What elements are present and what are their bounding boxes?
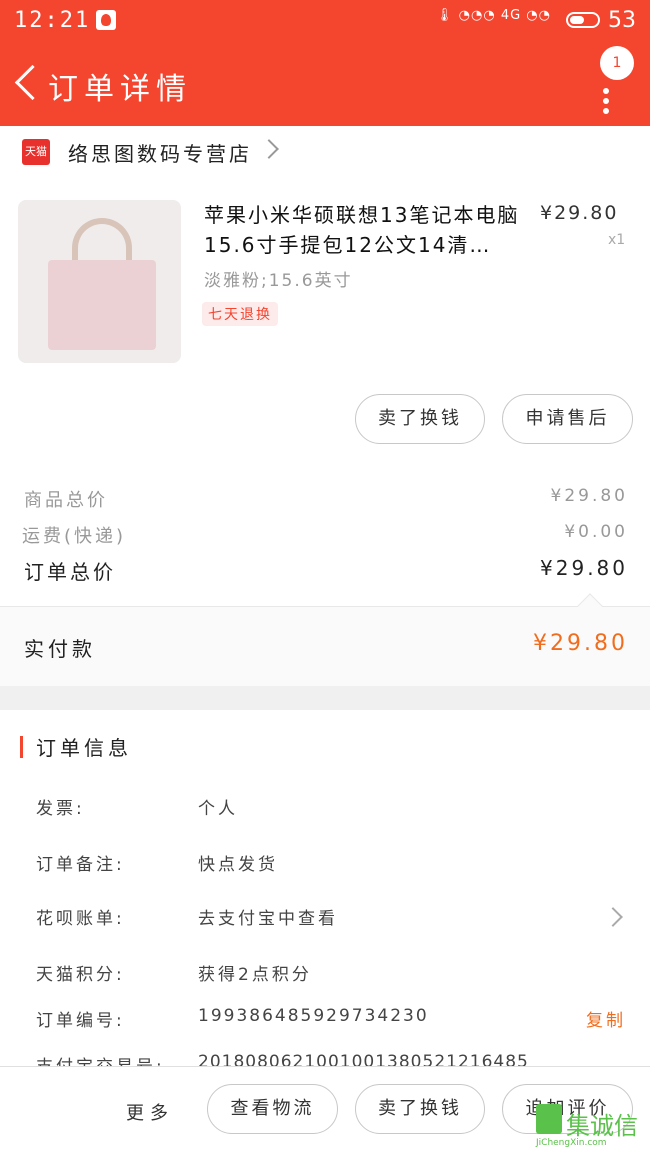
goods-total-value: ¥29.80 [550,486,628,506]
order-total-value: ¥29.80 [540,556,628,580]
watermark-text: 集诚信 [566,1112,638,1140]
order-number-row: 订单编号: 1993864859297342​30 复制 [0,998,650,1038]
tmall-points-row: 天猫积分: 获得2点积分 [0,952,650,992]
info-label: 订单编号: [36,1011,125,1031]
signal-icons: 🌡 ◔◔◔ 4G ◔◔ [436,8,551,23]
battery-icon [566,12,600,28]
info-label: 发票: [36,799,85,819]
status-bar: 12:21 🌡 ◔◔◔ 4G ◔◔ 53 [0,0,650,42]
product-item[interactable]: 苹果小米华硕联想13笔记本电脑15.6寸手提包12公文14清… ¥29.80 x… [0,182,650,382]
info-label: 天猫积分: [36,965,125,985]
more-menu-icon[interactable] [598,80,614,122]
invoice-row: 发票: 个人 [0,786,650,826]
apply-aftersale-button[interactable]: 申请售后 [502,394,633,444]
pointer-arrow [577,593,603,619]
order-info-section: 订单信息 发票: 个人 订单备注: 快点发货 花呗账单: 去支付宝中查看 天猫积… [0,710,650,1066]
status-time: 12:21 [14,8,91,33]
paid-amount-box: 实付款 ¥29.80 [0,593,650,686]
back-icon[interactable] [10,62,46,104]
site-watermark: 集诚信 JiChengXin.com [536,1104,648,1148]
app-header: 订单详情 1 [0,42,650,126]
more-button[interactable]: 更多 [126,1099,174,1125]
page-title: 订单详情 [48,72,192,107]
notification-badge[interactable]: 1 [600,46,634,80]
watermark-url: JiChengXin.com [536,1138,607,1148]
paid-label: 实付款 [24,637,96,661]
order-total-label: 订单总价 [24,560,116,584]
sell-for-cash-button[interactable]: 卖了换钱 [355,394,485,444]
sell-for-cash-bottom-button[interactable]: 卖了换钱 [355,1084,485,1134]
info-label: 花呗账单: [36,909,125,929]
section-accent-bar [20,736,23,758]
info-value: 获得2点积分 [198,965,312,985]
product-quantity: x1 [608,232,626,248]
alipay-trade-row: 支付宝交易号: 2018080621001001380521216485 [0,1044,650,1066]
shipping-label: 运费(快递) [22,526,127,547]
return-policy-tag: 七天退换 [202,302,278,326]
battery-level: 53 [608,8,636,33]
chevron-right-icon [259,139,279,159]
product-thumbnail[interactable] [18,200,181,363]
info-value: 快点发货 [198,855,278,875]
info-label: 订单备注: [36,855,125,875]
watermark-logo-icon [536,1104,562,1134]
shipping-value: ¥0.00 [564,522,628,542]
product-spec: 淡雅粉;15.6英寸 [204,271,353,291]
order-number: 1993864859297342​30 [198,1006,429,1026]
network-type: 4G [500,8,522,23]
info-value[interactable]: 去支付宝中查看 [198,904,338,929]
section-divider [0,686,650,710]
qq-notification-icon [96,10,116,30]
info-label: 支付宝交易号: [36,1052,165,1066]
alipay-trade-number: 2018080621001001380521216485 [198,1052,529,1066]
chevron-right-icon[interactable] [603,907,623,927]
product-price: ¥29.80 [540,202,619,224]
store-row[interactable]: 天猫 络思图数码专营店 [0,126,650,182]
info-value: 个人 [198,799,238,819]
view-logistics-button[interactable]: 查看物流 [207,1084,338,1134]
product-title[interactable]: 苹果小米华硕联想13笔记本电脑15.6寸手提包12公文14清… [204,200,524,262]
bag-body-shape [48,260,156,350]
huabei-bill-row[interactable]: 花呗账单: 去支付宝中查看 [0,896,650,936]
paid-value: ¥29.80 [533,631,628,656]
order-info-heading: 订单信息 [36,736,132,760]
copy-button[interactable]: 复制 [586,1006,626,1031]
goods-total-label: 商品总价 [24,490,108,511]
tmall-logo-icon: 天猫 [22,139,50,165]
remark-row: 订单备注: 快点发货 [0,842,650,882]
store-name[interactable]: 络思图数码专营店 [68,138,252,167]
